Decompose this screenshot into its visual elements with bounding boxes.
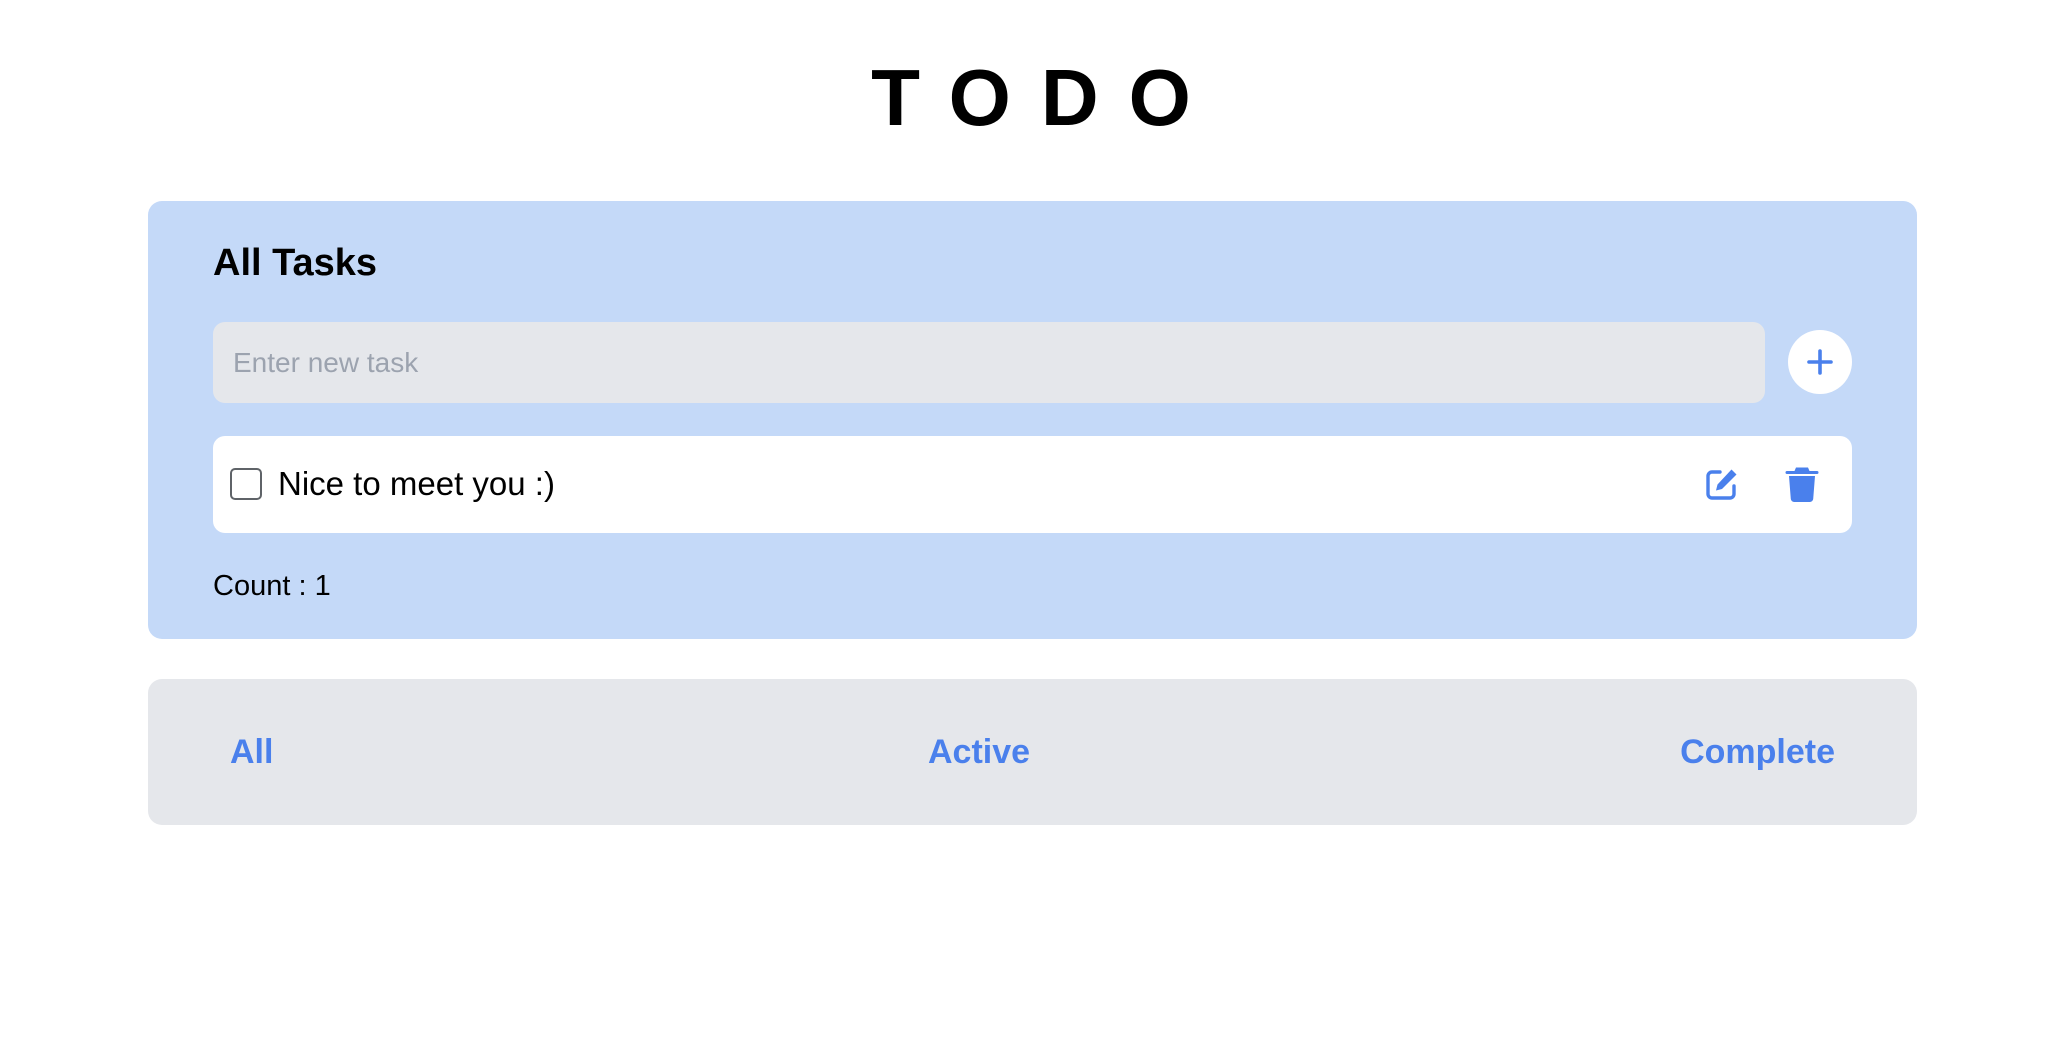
task-checkbox[interactable] <box>230 468 262 500</box>
count-label: Count : <box>213 570 315 602</box>
task-count: Count : 1 <box>213 568 331 604</box>
filter-all[interactable]: All <box>230 731 273 773</box>
task-item: Nice to meet you :) <box>213 436 1852 533</box>
new-task-input[interactable] <box>213 322 1765 403</box>
app-title: TODO <box>871 53 1221 142</box>
task-text: Nice to meet you :) <box>278 465 555 502</box>
add-task-button[interactable] <box>1788 330 1852 394</box>
task-panel: All Tasks Nice to meet you :) <box>148 201 1917 639</box>
panel-heading: All Tasks <box>213 242 378 284</box>
todo-page: TODO All Tasks Nice to meet you :) <box>0 0 2062 1052</box>
count-value: 1 <box>314 570 331 602</box>
delete-task-button[interactable] <box>1782 464 1822 504</box>
filter-complete[interactable]: Complete <box>1680 731 1835 773</box>
filter-active[interactable]: Active <box>928 731 1030 773</box>
edit-icon <box>1706 469 1737 500</box>
edit-task-button[interactable] <box>1702 464 1742 504</box>
filter-bar: All Active Complete <box>148 679 1917 825</box>
trash-icon <box>1785 467 1819 503</box>
plus-icon <box>1807 349 1833 375</box>
